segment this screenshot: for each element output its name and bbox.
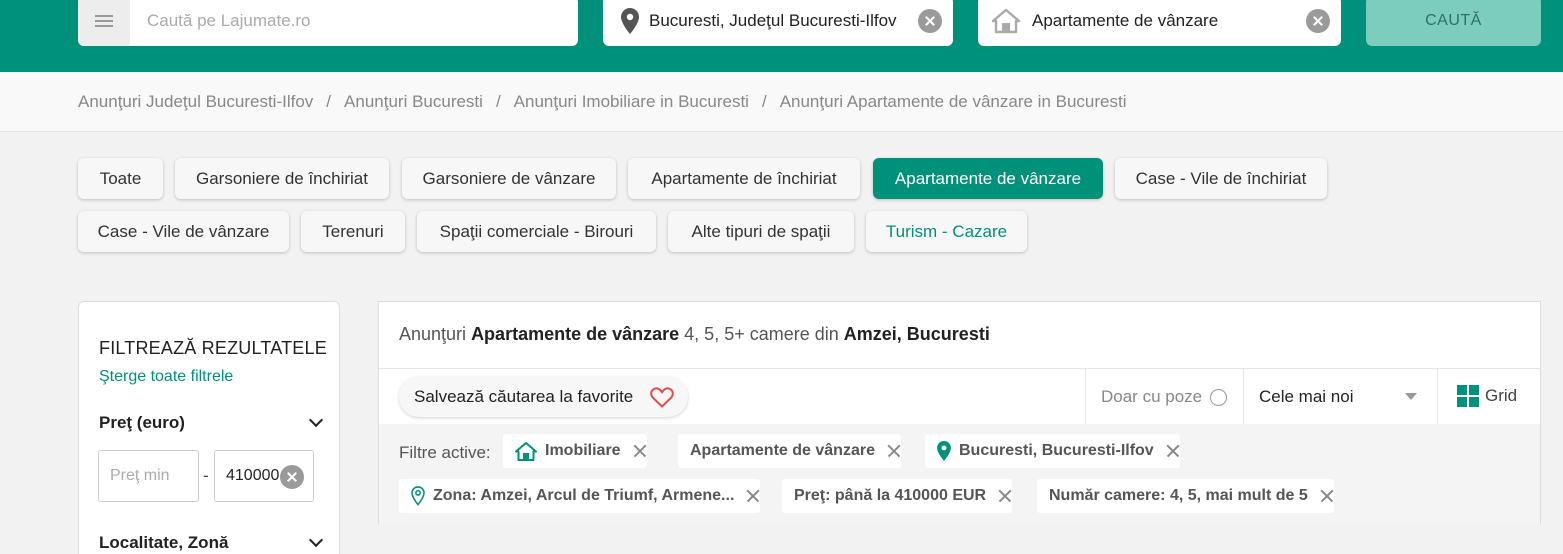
category-chip-tourism[interactable]: Turism - Cazare (866, 211, 1027, 252)
category-chip-house-rent[interactable]: Case - Vile de închiriat (1115, 158, 1327, 199)
breadcrumb: Anunţuri Judeţul Bucuresti-Ilfov / Anunţur… (78, 92, 1127, 112)
category-chip-all[interactable]: Toate (78, 158, 163, 199)
toolbar-divider (1437, 369, 1438, 425)
category-chip-other-spaces[interactable]: Alte tipuri de spaţii (668, 211, 854, 252)
toolbar-divider (1085, 369, 1086, 425)
active-filter-label: Zona: Amzei, Arcul de Triumf, Armene... (433, 487, 735, 504)
active-filter-label: Număr camere: 4, 5, mai mult de 5 (1049, 487, 1308, 504)
category-chip-studio-sale[interactable]: Garsoniere de vânzare (402, 158, 616, 199)
caret-down-icon[interactable] (1405, 393, 1417, 400)
price-range-dash: - (203, 466, 209, 485)
search-button[interactable]: CAUTĂ (1366, 0, 1541, 46)
active-filters-label: Filtre active: (399, 443, 491, 462)
active-filter-tag[interactable]: Număr camere: 4, 5, mai mult de 5 (1037, 479, 1334, 513)
category-value: Apartamente de vânzare (1032, 11, 1219, 30)
active-filter-label: Bucuresti, Bucuresti-Ilfov (959, 442, 1154, 459)
clear-price-icon[interactable] (280, 465, 304, 489)
save-search-label: Salvează căutarea la favorite (414, 387, 634, 406)
filters-sidebar: FILTREAZĂ REZULTATELE Şterge toate filtr… (78, 301, 340, 554)
hamburger-icon (95, 15, 113, 27)
filters-title: FILTREAZĂ REZULTATELE (99, 338, 327, 358)
breadcrumb-band: Anunţuri Judeţul Bucuresti-Ilfov / Anunţur… (0, 72, 1563, 132)
location-pin-icon (937, 441, 951, 461)
location-pin-icon (619, 8, 641, 34)
toolbar-divider (1243, 369, 1244, 425)
active-filter-tag[interactable]: Zona: Amzei, Arcul de Triumf, Armene... (399, 479, 761, 513)
breadcrumb-separator: / (761, 92, 767, 111)
category-chip-commercial[interactable]: Spaţii comerciale - Birouri (417, 211, 656, 252)
breadcrumb-separator: / (495, 92, 501, 111)
category-chip-studio-rent[interactable]: Garsoniere de închiriat (175, 158, 389, 199)
remove-filter-icon[interactable] (998, 489, 1012, 503)
chevron-down-icon[interactable] (308, 412, 324, 428)
photos-only-label: Doar cu poze (1101, 387, 1203, 406)
results-heading-prefix: Anunţuri (399, 324, 467, 344)
main-search-bar (78, 0, 578, 46)
search-input[interactable] (147, 11, 547, 31)
sort-select[interactable]: Cele mai noi (1259, 387, 1354, 407)
breadcrumb-link[interactable]: Anunţuri Judeţul Bucuresti-Ilfov (78, 92, 313, 111)
location-value: Bucuresti, Judeţul Bucuresti-Ilfov (649, 11, 897, 30)
grid-view-toggle[interactable]: Grid (1457, 385, 1517, 407)
results-toolbar: Salvează căutarea la favorite Doar cu po… (379, 368, 1540, 425)
remove-filter-icon[interactable] (1166, 444, 1180, 458)
category-chip-land[interactable]: Terenuri (301, 211, 405, 252)
breadcrumb-separator: / (326, 92, 332, 111)
breadcrumb-link[interactable]: Anunţuri Bucuresti (344, 92, 483, 111)
remove-filter-icon[interactable] (746, 489, 760, 503)
active-filter-label: Preţ: până la 410000 EUR (794, 487, 987, 504)
results-panel: Anunţuri Apartamente de vânzare 4, 5, 5+… (378, 301, 1541, 524)
save-search-favorite-button[interactable]: Salvează căutarea la favorite (399, 377, 688, 417)
active-filter-tag[interactable]: Preţ: până la 410000 EUR (782, 479, 1013, 513)
heart-icon (650, 387, 674, 413)
clear-category-icon[interactable] (1306, 9, 1330, 33)
remove-filter-icon[interactable] (633, 444, 647, 458)
location-field[interactable]: Bucuresti, Judeţul Bucuresti-Ilfov (603, 0, 953, 46)
clear-location-icon[interactable] (918, 9, 942, 33)
category-chip-apartment-sale[interactable]: Apartamente de vânzare (873, 158, 1103, 199)
active-filter-label: Apartamente de vânzare (690, 442, 875, 459)
breadcrumb-link[interactable]: Anunţuri Imobiliare in Bucuresti (514, 92, 749, 111)
chevron-down-icon[interactable] (308, 532, 324, 548)
active-filter-tag[interactable]: Apartamente de vânzare (678, 434, 901, 468)
active-filter-tag[interactable]: Imobiliare (503, 434, 647, 468)
price-filter-heading[interactable]: Preţ (euro) (99, 413, 185, 433)
category-chip-house-sale[interactable]: Case - Vile de vânzare (78, 211, 289, 252)
grid-icon (1457, 385, 1479, 407)
category-field[interactable]: Apartamente de vânzare (978, 0, 1341, 46)
results-heading-category: Apartamente de vânzare (471, 324, 680, 344)
category-chip-apartment-rent[interactable]: Apartamente de închiriat (628, 158, 860, 199)
remove-filter-icon[interactable] (887, 444, 901, 458)
location-pin-outline-icon (411, 486, 425, 506)
results-heading-location: Amzei, Bucuresti (843, 324, 990, 344)
results-heading-rooms: 4, 5, 5+ camere din (684, 324, 839, 344)
house-icon (990, 8, 1022, 34)
grid-view-label: Grid (1485, 386, 1518, 405)
active-filter-label: Imobiliare (545, 442, 621, 459)
price-min-input[interactable]: Preţ min (98, 450, 199, 502)
location-filter-heading[interactable]: Localitate, Zonă (99, 533, 228, 553)
menu-button[interactable] (78, 0, 130, 46)
remove-filter-icon[interactable] (1320, 489, 1334, 503)
active-filter-tag[interactable]: Bucuresti, Bucuresti-Ilfov (925, 434, 1180, 468)
active-filters-area: Filtre active: Imobiliare Apartamente de… (379, 424, 1540, 524)
breadcrumb-current[interactable]: Anunţuri Apartamente de vânzare in Bucur… (780, 92, 1127, 111)
top-header: Bucuresti, Judeţul Bucuresti-Ilfov Apart… (0, 0, 1563, 72)
photos-only-radio[interactable] (1210, 388, 1228, 406)
clear-all-filters-link[interactable]: Şterge toate filtrele (99, 368, 233, 386)
results-heading: Anunţuri Apartamente de vânzare 4, 5, 5+… (399, 324, 990, 345)
photos-only-toggle[interactable]: Doar cu poze (1101, 387, 1228, 407)
house-icon (515, 441, 537, 461)
